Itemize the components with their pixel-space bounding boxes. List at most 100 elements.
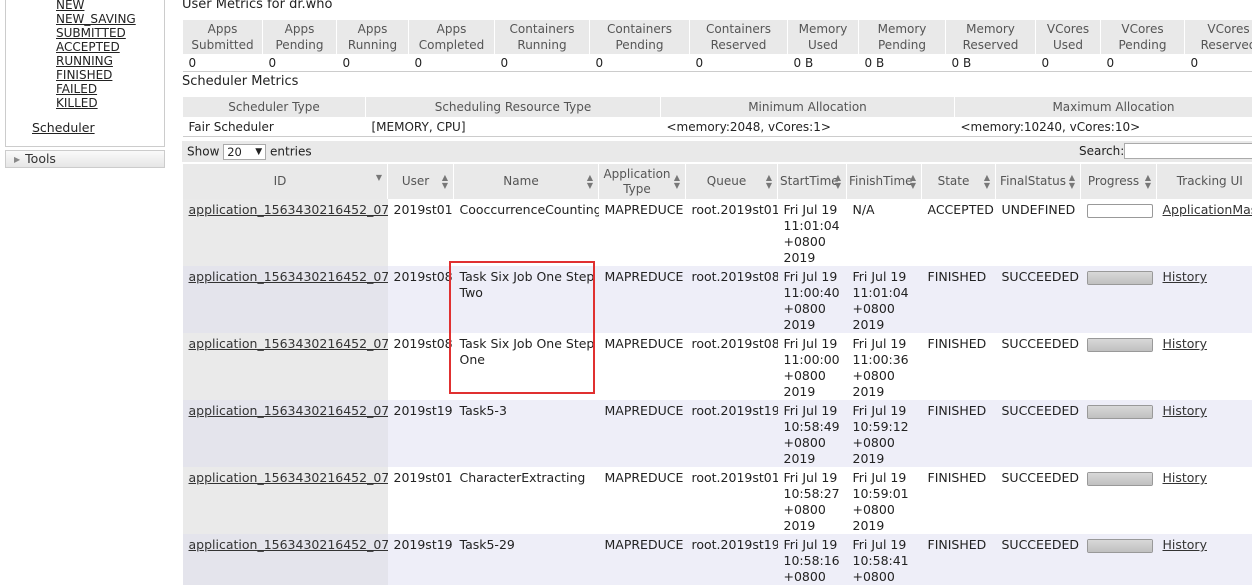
app-finishtime: Fri Jul 19 11:01:04 +0800 2019 <box>853 269 909 332</box>
sort-icon: ▲▼ <box>910 174 916 190</box>
header-label: Tracking UI <box>1177 174 1243 188</box>
column-header-finishtime[interactable]: FinishTime▲▼ <box>847 164 922 199</box>
progress-bar <box>1087 539 1153 553</box>
tracking-ui-link[interactable]: History <box>1163 269 1207 284</box>
metric-header: Memory Used <box>788 20 859 55</box>
column-header-user[interactable]: User▲▼ <box>388 164 454 199</box>
app-user-cell: 2019st01 <box>388 467 454 534</box>
app-state-cell: FINISHED <box>922 534 996 585</box>
applications-header-row: ID▼ User▲▼ Name▲▼ Application Type▲▼ Que… <box>183 164 1252 199</box>
app-type: MAPREDUCE <box>605 269 684 284</box>
app-finishtime: Fri Jul 19 11:00:36 +0800 2019 <box>853 336 909 399</box>
app-id-link[interactable]: application_1563430216452_0760 <box>189 269 388 284</box>
header-label: FinalStatus <box>1000 174 1066 188</box>
nav-tools-toggle[interactable]: ▶Tools <box>5 150 165 168</box>
metric-value: 0 <box>690 55 788 72</box>
app-name: CharacterExtracting <box>460 470 586 485</box>
nav-state-new-saving[interactable]: NEW_SAVING <box>56 12 136 26</box>
app-user: 2019st08 <box>394 269 453 284</box>
column-header-queue[interactable]: Queue▲▼ <box>686 164 778 199</box>
nav-state-killed[interactable]: KILLED <box>56 96 98 110</box>
metric-header: Containers Reserved <box>690 20 788 55</box>
metric-header: Apps Pending <box>263 20 337 55</box>
search-label: Search: <box>1079 144 1124 158</box>
app-queue-cell: root.2019st08 <box>686 266 778 333</box>
tracking-ui-link[interactable]: History <box>1163 470 1207 485</box>
app-name: Task Six Job One Step One <box>460 336 595 367</box>
column-header-starttime[interactable]: StartTime▲▼ <box>778 164 847 199</box>
app-queue: root.2019st19 <box>692 537 778 552</box>
column-header-tracking[interactable]: Tracking UI▲▼ <box>1157 164 1252 199</box>
app-starttime-cell: Fri Jul 19 10:58:49 +0800 2019 <box>778 400 847 467</box>
table-row: application_1563430216452_07612019st01Co… <box>183 199 1252 266</box>
app-finalstatus: SUCCEEDED <box>1002 403 1079 418</box>
nav-state-running[interactable]: RUNNING <box>56 54 113 68</box>
column-header-name[interactable]: Name▲▼ <box>454 164 599 199</box>
progress-bar-fill <box>1088 406 1152 418</box>
app-state-cell: FINISHED <box>922 467 996 534</box>
app-finishtime: Fri Jul 19 10:59:01 +0800 2019 <box>853 470 909 533</box>
progress-bar <box>1087 405 1153 419</box>
app-name: Task Six Job One Step Two <box>460 269 595 300</box>
tracking-ui-link[interactable]: History <box>1163 403 1207 418</box>
nav-scheduler-link[interactable]: Scheduler <box>32 120 95 135</box>
entries-label: entries <box>270 145 312 159</box>
scheduler-value: <memory:2048, vCores:1> <box>661 118 955 137</box>
app-type-cell: MAPREDUCE <box>599 333 686 400</box>
app-id-link[interactable]: application_1563430216452_0758 <box>189 403 388 418</box>
metric-header: VCores Pending <box>1101 20 1185 55</box>
column-header-type[interactable]: Application Type▲▼ <box>599 164 686 199</box>
nav-state-new[interactable]: NEW <box>56 0 84 12</box>
tracking-ui-link[interactable]: History <box>1163 537 1207 552</box>
search-input[interactable] <box>1124 143 1252 159</box>
metric-value: 0 B <box>859 55 946 72</box>
app-type-cell: MAPREDUCE <box>599 266 686 333</box>
app-user: 2019st19 <box>394 403 453 418</box>
app-state: FINISHED <box>928 269 987 284</box>
applications-table-body: application_1563430216452_0761 2019st01 Co… <box>183 199 1252 585</box>
app-name-cell: CooccurrenceCounting <box>454 199 599 266</box>
nav-state-finished[interactable]: FINISHED <box>56 68 112 82</box>
tracking-ui-link[interactable]: ApplicationMaster <box>1163 202 1252 217</box>
app-id-link[interactable]: application_1563430216452_0759 <box>189 336 388 351</box>
app-state: FINISHED <box>928 336 987 351</box>
app-tracking-cell: History <box>1157 534 1252 585</box>
app-user-cell: 2019st08 <box>388 266 454 333</box>
app-tracking-cell: History <box>1157 333 1252 400</box>
nav-state-submitted[interactable]: SUBMITTED <box>56 26 126 40</box>
app-id-link[interactable]: application_1563430216452_0761 <box>189 202 388 217</box>
nav-state-accepted[interactable]: ACCEPTED <box>56 40 120 54</box>
column-header-progress[interactable]: Progress▲▼ <box>1081 164 1157 199</box>
progress-bar-fill <box>1088 339 1152 351</box>
app-progress-cell <box>1081 266 1157 333</box>
app-queue: root.2019st08 <box>692 336 778 351</box>
app-user-cell: 2019st19 <box>388 400 454 467</box>
table-row: application_1563430216452_07592019st08Ta… <box>183 333 1252 400</box>
app-finalstatus: SUCCEEDED <box>1002 269 1079 284</box>
app-id-link[interactable]: application_1563430216452_0757 <box>189 470 388 485</box>
metric-value: 0 <box>337 55 409 72</box>
metric-value: 0 <box>1036 55 1101 72</box>
column-header-finalstatus[interactable]: FinalStatus▲▼ <box>996 164 1081 199</box>
app-type: MAPREDUCE <box>605 470 684 485</box>
app-state-cell: ACCEPTED <box>922 199 996 266</box>
metric-header: VCores Used <box>1036 20 1101 55</box>
app-type-cell: MAPREDUCE <box>599 534 686 585</box>
column-header-id[interactable]: ID▼ <box>183 164 388 199</box>
app-finishtime: N/A <box>853 202 875 217</box>
app-id-link[interactable]: application_1563430216452_0756 <box>189 537 388 552</box>
entries-select[interactable]: 20▼ <box>223 144 266 160</box>
app-name-cell: CharacterExtracting <box>454 467 599 534</box>
metric-value: 0 <box>409 55 495 72</box>
sort-icon: ▲▼ <box>1069 174 1075 190</box>
nav-state-failed[interactable]: FAILED <box>56 82 97 96</box>
app-starttime: Fri Jul 19 10:58:49 +0800 2019 <box>784 403 840 466</box>
scheduler-value: <memory:10240, vCores:10> <box>955 118 1252 137</box>
expand-triangle-icon: ▶ <box>14 152 20 168</box>
column-header-state[interactable]: State▲▼ <box>922 164 996 199</box>
left-navigation: NEW NEW_SAVING SUBMITTED ACCEPTED RUNNIN… <box>0 0 170 577</box>
app-finalstatus: SUCCEEDED <box>1002 537 1079 552</box>
app-finalstatus: SUCCEEDED <box>1002 470 1079 485</box>
tracking-ui-link[interactable]: History <box>1163 336 1207 351</box>
app-finishtime-cell: Fri Jul 19 10:58:41 +0800 <box>847 534 922 585</box>
